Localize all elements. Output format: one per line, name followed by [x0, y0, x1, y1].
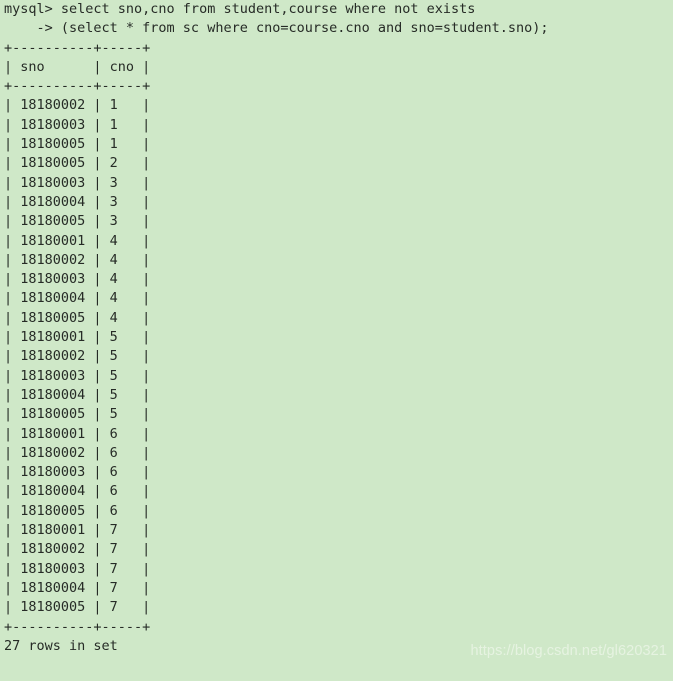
table-separator-top: +----------+-----+	[4, 39, 151, 56]
table-row: | 18180003 | 3 |	[4, 174, 151, 191]
table-row: | 18180005 | 1 |	[4, 136, 151, 153]
table-separator-header: +----------+-----+	[4, 78, 151, 95]
table-row: | 18180003 | 6 |	[4, 464, 151, 481]
table-header-row: | sno | cno |	[4, 58, 151, 75]
table-row: | 18180002 | 1 |	[4, 97, 151, 114]
query-line-prompt: mysql> select sno,cno from student,cours…	[4, 1, 476, 17]
table-row: | 18180001 | 4 |	[4, 232, 151, 249]
terminal-output: mysql> select sno,cno from student,cours…	[0, 0, 673, 656]
table-row: | 18180005 | 4 |	[4, 309, 151, 326]
table-row: | 18180004 | 3 |	[4, 193, 151, 210]
table-row: | 18180004 | 4 |	[4, 290, 151, 307]
table-row: | 18180001 | 6 |	[4, 425, 151, 442]
table-row: | 18180002 | 4 |	[4, 251, 151, 268]
table-row: | 18180003 | 4 |	[4, 271, 151, 288]
table-row: | 18180001 | 7 |	[4, 522, 151, 539]
table-row: | 18180005 | 6 |	[4, 502, 151, 519]
table-row: | 18180001 | 5 |	[4, 329, 151, 346]
table-row: | 18180005 | 2 |	[4, 155, 151, 172]
table-row: | 18180003 | 7 |	[4, 560, 151, 577]
table-row: | 18180002 | 7 |	[4, 541, 151, 558]
table-row: | 18180005 | 7 |	[4, 599, 151, 616]
table-row: | 18180002 | 5 |	[4, 348, 151, 365]
table-separator-bottom: +----------+-----+	[4, 618, 151, 635]
table-row: | 18180005 | 5 |	[4, 406, 151, 423]
table-row: | 18180003 | 1 |	[4, 116, 151, 133]
query-line-continuation: -> (select * from sc where cno=course.cn…	[4, 20, 549, 37]
terminal-window[interactable]: mysql> select sno,cno from student,cours…	[0, 0, 673, 681]
table-row: | 18180004 | 7 |	[4, 579, 151, 596]
table-row: | 18180003 | 5 |	[4, 367, 151, 384]
table-row: | 18180005 | 3 |	[4, 213, 151, 230]
table-row: | 18180002 | 6 |	[4, 444, 151, 461]
table-row: | 18180004 | 6 |	[4, 483, 151, 500]
result-summary: 27 rows in set	[4, 637, 118, 654]
table-row: | 18180004 | 5 |	[4, 386, 151, 403]
